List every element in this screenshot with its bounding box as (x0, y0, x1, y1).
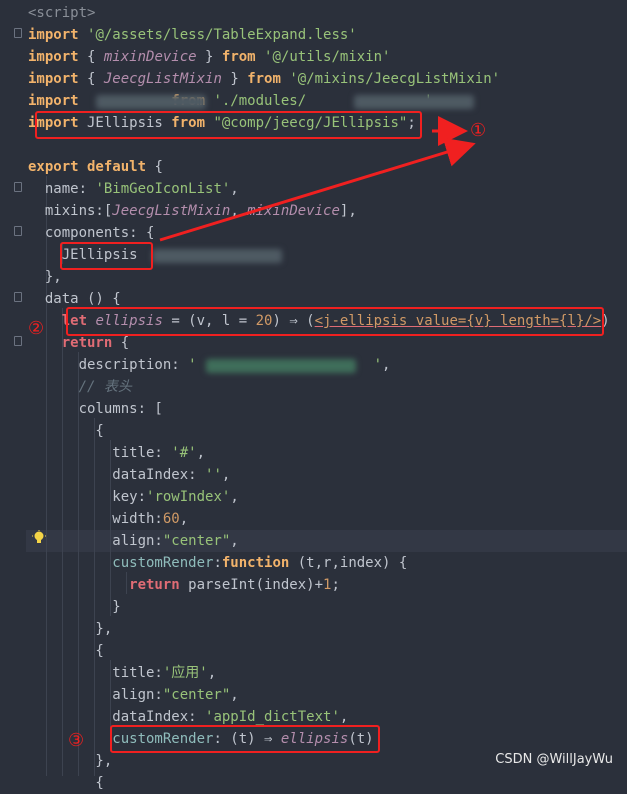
marker-2: ② (28, 318, 45, 339)
watermark: CSDN @WillJayWu (495, 752, 613, 767)
lightbulb-icon[interactable] (32, 530, 46, 546)
annotation-arrows (159, 116, 476, 242)
code-token: { (28, 775, 104, 791)
marker-1: ① (470, 120, 487, 141)
marker-3: ③ (68, 730, 85, 751)
